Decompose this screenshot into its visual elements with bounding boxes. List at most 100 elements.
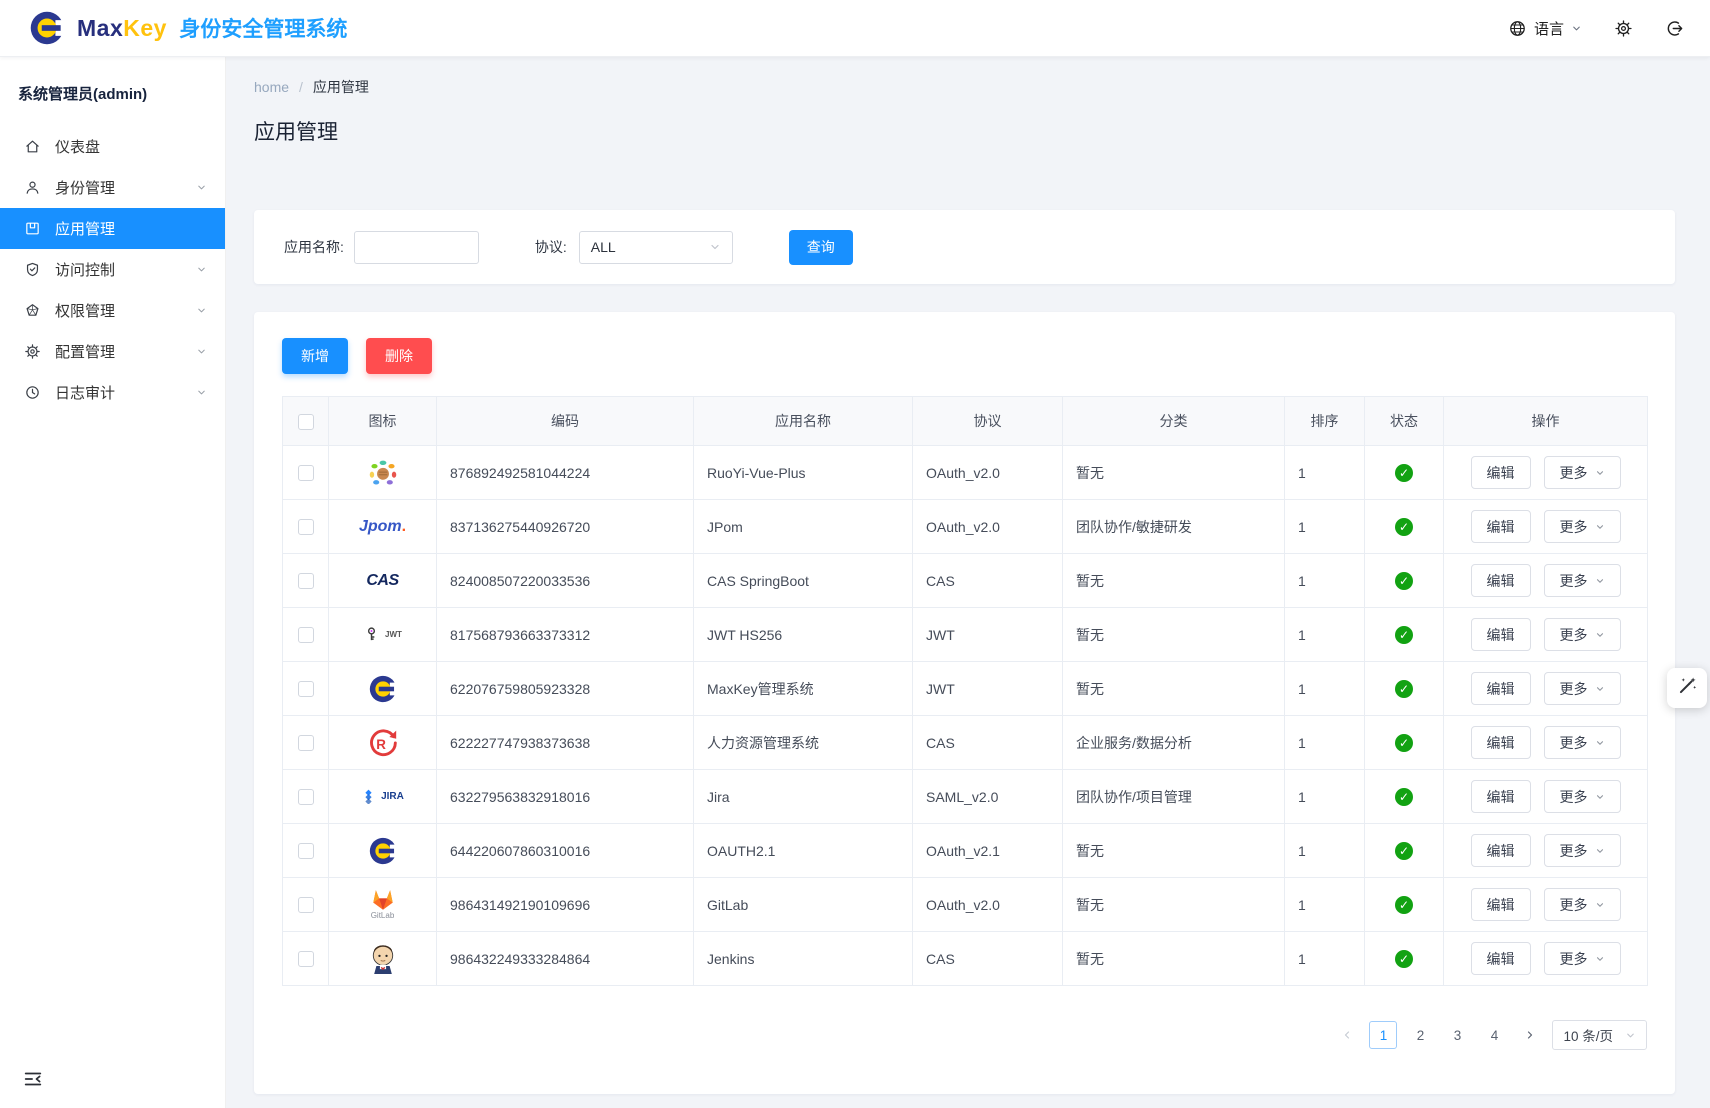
sidebar: 系统管理员(admin) 仪表盘 身份管理 应用管理 访问控制 权限管理 配置管… — [0, 57, 226, 1108]
page-size-select[interactable]: 10 条/页 — [1552, 1020, 1647, 1050]
current-user-label: 系统管理员(admin) — [0, 57, 225, 126]
cell-app-name: JWT HS256 — [694, 608, 913, 662]
cell-app-name: RuoYi-Vue-Plus — [694, 446, 913, 500]
row-checkbox[interactable] — [298, 789, 314, 805]
menu-fold-icon[interactable] — [22, 1068, 46, 1092]
row-checkbox[interactable] — [298, 465, 314, 481]
cell-category: 暂无 — [1063, 662, 1285, 716]
sidebar-item-permission[interactable]: 权限管理 — [0, 290, 225, 331]
language-switcher[interactable]: 语言 — [1508, 18, 1582, 39]
edit-button[interactable]: 编辑 — [1471, 510, 1531, 543]
cell-code: 986432249333284864 — [437, 932, 694, 986]
breadcrumb-item[interactable]: home — [254, 79, 289, 95]
status-enabled-icon: ✓ — [1395, 464, 1413, 482]
more-button[interactable]: 更多 — [1544, 564, 1621, 597]
cell-sort: 1 — [1285, 500, 1365, 554]
pagination-page-2[interactable]: 2 — [1406, 1021, 1434, 1049]
column-header-7: 状态 — [1365, 397, 1444, 446]
edit-button[interactable]: 编辑 — [1471, 888, 1531, 921]
cell-sort: 1 — [1285, 824, 1365, 878]
shield-check-icon — [24, 261, 42, 279]
gitlab-app-icon: GitLab — [329, 889, 436, 920]
cell-category: 团队协作/敏捷研发 — [1063, 500, 1285, 554]
svg-text:R: R — [376, 736, 386, 751]
more-button[interactable]: 更多 — [1544, 942, 1621, 975]
column-header-2: 编码 — [437, 397, 694, 446]
protocol-select[interactable]: ALL — [579, 231, 733, 264]
cell-protocol: OAuth_v2.0 — [913, 446, 1063, 500]
more-button[interactable]: 更多 — [1544, 672, 1621, 705]
cas-app-icon: CAS — [329, 573, 436, 589]
row-checkbox[interactable] — [298, 519, 314, 535]
edit-button[interactable]: 编辑 — [1471, 726, 1531, 759]
app-name-input[interactable] — [354, 231, 479, 264]
cell-app-name: MaxKey管理系统 — [694, 662, 913, 716]
row-checkbox[interactable] — [298, 627, 314, 643]
table-row: 644220607860310016 OAUTH2.1 OAuth_v2.1 暂… — [283, 824, 1648, 878]
chevron-down-icon — [196, 305, 207, 316]
delete-button[interactable]: 删除 — [366, 338, 432, 374]
table-row: R 622227747938373638 人力资源管理系统 CAS 企业服务/数… — [283, 716, 1648, 770]
table-row: 986432249333284864 Jenkins CAS 暂无 1 ✓ 编辑… — [283, 932, 1648, 986]
theme-settings-button[interactable] — [1667, 668, 1707, 708]
chevron-down-icon — [1625, 1030, 1636, 1041]
more-button[interactable]: 更多 — [1544, 510, 1621, 543]
cell-code: 837136275440926720 — [437, 500, 694, 554]
pagination-page-4[interactable]: 4 — [1480, 1021, 1508, 1049]
row-checkbox[interactable] — [298, 573, 314, 589]
sidebar-item-config[interactable]: 配置管理 — [0, 331, 225, 372]
gear-icon — [24, 343, 42, 361]
sidebar-item-identity[interactable]: 身份管理 — [0, 167, 225, 208]
sidebar-item-audit[interactable]: 日志审计 — [0, 372, 225, 413]
status-enabled-icon: ✓ — [1395, 788, 1413, 806]
cell-protocol: JWT — [913, 662, 1063, 716]
sidebar-item-access[interactable]: 访问控制 — [0, 249, 225, 290]
row-checkbox[interactable] — [298, 843, 314, 859]
more-button[interactable]: 更多 — [1544, 888, 1621, 921]
row-checkbox[interactable] — [298, 951, 314, 967]
row-checkbox[interactable] — [298, 897, 314, 913]
more-button[interactable]: 更多 — [1544, 834, 1621, 867]
more-button[interactable]: 更多 — [1544, 780, 1621, 813]
column-header-3: 应用名称 — [694, 397, 913, 446]
main-content: home/应用管理 应用管理 应用名称: 协议: ALL 查询 新增 删除 — [226, 57, 1710, 1108]
cell-sort: 1 — [1285, 716, 1365, 770]
edit-button[interactable]: 编辑 — [1471, 834, 1531, 867]
select-all-checkbox[interactable] — [298, 414, 314, 430]
pagination-page-1[interactable]: 1 — [1369, 1021, 1397, 1049]
cell-protocol: CAS — [913, 716, 1063, 770]
sidebar-item-dashboard[interactable]: 仪表盘 — [0, 126, 225, 167]
add-button[interactable]: 新增 — [282, 338, 348, 374]
logout-icon[interactable] — [1665, 19, 1684, 38]
brand-name-max: Max — [77, 15, 123, 41]
status-enabled-icon: ✓ — [1395, 626, 1413, 644]
search-button[interactable]: 查询 — [789, 230, 853, 265]
edit-button[interactable]: 编辑 — [1471, 564, 1531, 597]
app-header: MaxKey 身份安全管理系统 语言 — [0, 0, 1710, 57]
edit-button[interactable]: 编辑 — [1471, 618, 1531, 651]
status-enabled-icon: ✓ — [1395, 680, 1413, 698]
jenkins-app-icon — [329, 942, 436, 976]
row-checkbox[interactable] — [298, 681, 314, 697]
pagination-next-button[interactable] — [1517, 1021, 1543, 1049]
edit-button[interactable]: 编辑 — [1471, 942, 1531, 975]
protocol-label: 协议: — [535, 237, 567, 257]
cell-code: 622076759805923328 — [437, 662, 694, 716]
status-enabled-icon: ✓ — [1395, 950, 1413, 968]
gear-icon[interactable] — [1614, 19, 1633, 38]
more-button[interactable]: 更多 — [1544, 726, 1621, 759]
pagination-prev-button[interactable] — [1334, 1021, 1360, 1049]
cell-sort: 1 — [1285, 932, 1365, 986]
app-window-icon — [24, 220, 42, 238]
edit-button[interactable]: 编辑 — [1471, 780, 1531, 813]
more-button[interactable]: 更多 — [1544, 456, 1621, 489]
pagination-page-3[interactable]: 3 — [1443, 1021, 1471, 1049]
column-header-6: 排序 — [1285, 397, 1365, 446]
sidebar-item-apps[interactable]: 应用管理 — [0, 208, 225, 249]
cell-category: 暂无 — [1063, 932, 1285, 986]
status-enabled-icon: ✓ — [1395, 734, 1413, 752]
more-button[interactable]: 更多 — [1544, 618, 1621, 651]
edit-button[interactable]: 编辑 — [1471, 672, 1531, 705]
edit-button[interactable]: 编辑 — [1471, 456, 1531, 489]
row-checkbox[interactable] — [298, 735, 314, 751]
